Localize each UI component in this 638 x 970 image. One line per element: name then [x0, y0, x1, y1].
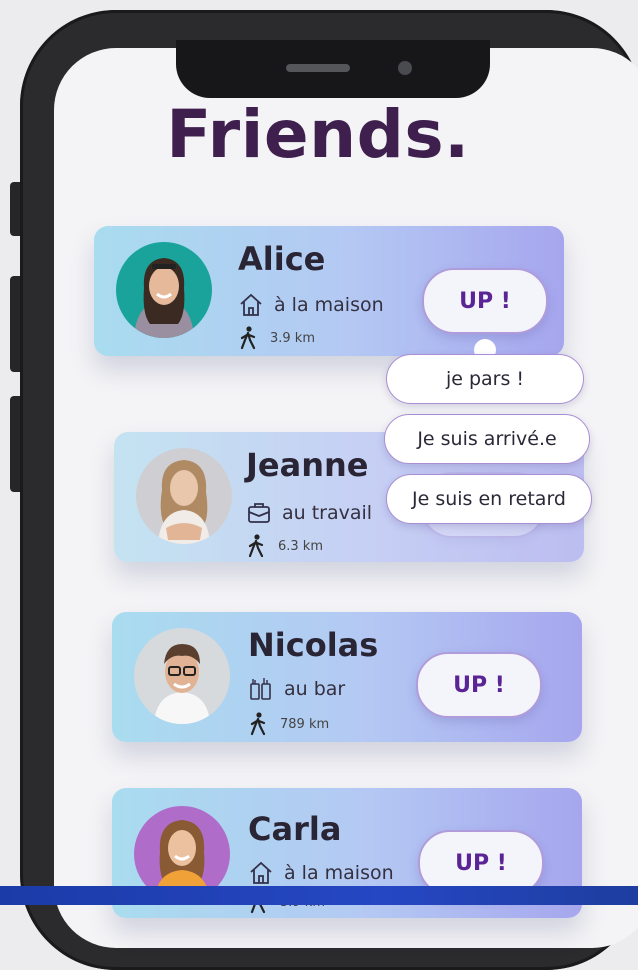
location-label: au bar: [284, 678, 346, 700]
friend-location: à la maison: [248, 860, 394, 886]
location-label: à la maison: [274, 294, 384, 316]
distance-label: 3.9 km: [270, 330, 315, 346]
home-icon: [240, 293, 262, 316]
friend-name: Alice: [238, 240, 326, 278]
option-je-pars[interactable]: je pars !: [386, 354, 584, 404]
speaker: [286, 64, 350, 72]
avatar: [134, 628, 230, 724]
walking-icon: [240, 326, 256, 350]
location-label: à la maison: [284, 862, 394, 884]
distance-label: 6.3 km: [278, 538, 323, 554]
friend-name: Nicolas: [248, 626, 379, 664]
friend-location: au bar: [248, 676, 345, 702]
avatar: [116, 242, 212, 338]
phone-notch: [176, 40, 490, 98]
up-button[interactable]: UP !: [422, 268, 548, 334]
option-je-suis-en-retard[interactable]: Je suis en retard: [386, 474, 592, 524]
friend-card-nicolas[interactable]: Nicolas au bar 789 km UP !: [112, 612, 582, 742]
briefcase-icon: [248, 503, 270, 523]
friend-name: Jeanne: [246, 446, 369, 484]
front-camera: [398, 61, 412, 75]
distance-label: 789 km: [280, 716, 330, 732]
friend-distance: 3.9 km: [238, 326, 315, 350]
location-label: au travail: [282, 502, 373, 524]
friend-location: au travail: [246, 500, 372, 526]
friend-distance: 789 km: [248, 712, 329, 736]
friend-card-alice[interactable]: Alice à la maison 3.9 km UP !: [94, 226, 564, 356]
drinks-icon: [250, 678, 271, 700]
friend-distance: 6.3 km: [246, 534, 323, 558]
walking-icon: [250, 712, 266, 736]
friend-location: à la maison: [238, 292, 384, 318]
walking-icon: [248, 534, 264, 558]
home-icon: [250, 861, 272, 884]
avatar: [136, 448, 232, 544]
bottom-banner-stripe: [0, 886, 638, 905]
page-title: Friends.: [166, 96, 470, 173]
friend-name: Carla: [248, 810, 342, 848]
up-button[interactable]: UP !: [416, 652, 542, 718]
option-je-suis-arrive[interactable]: Je suis arrivé.e: [384, 414, 590, 464]
